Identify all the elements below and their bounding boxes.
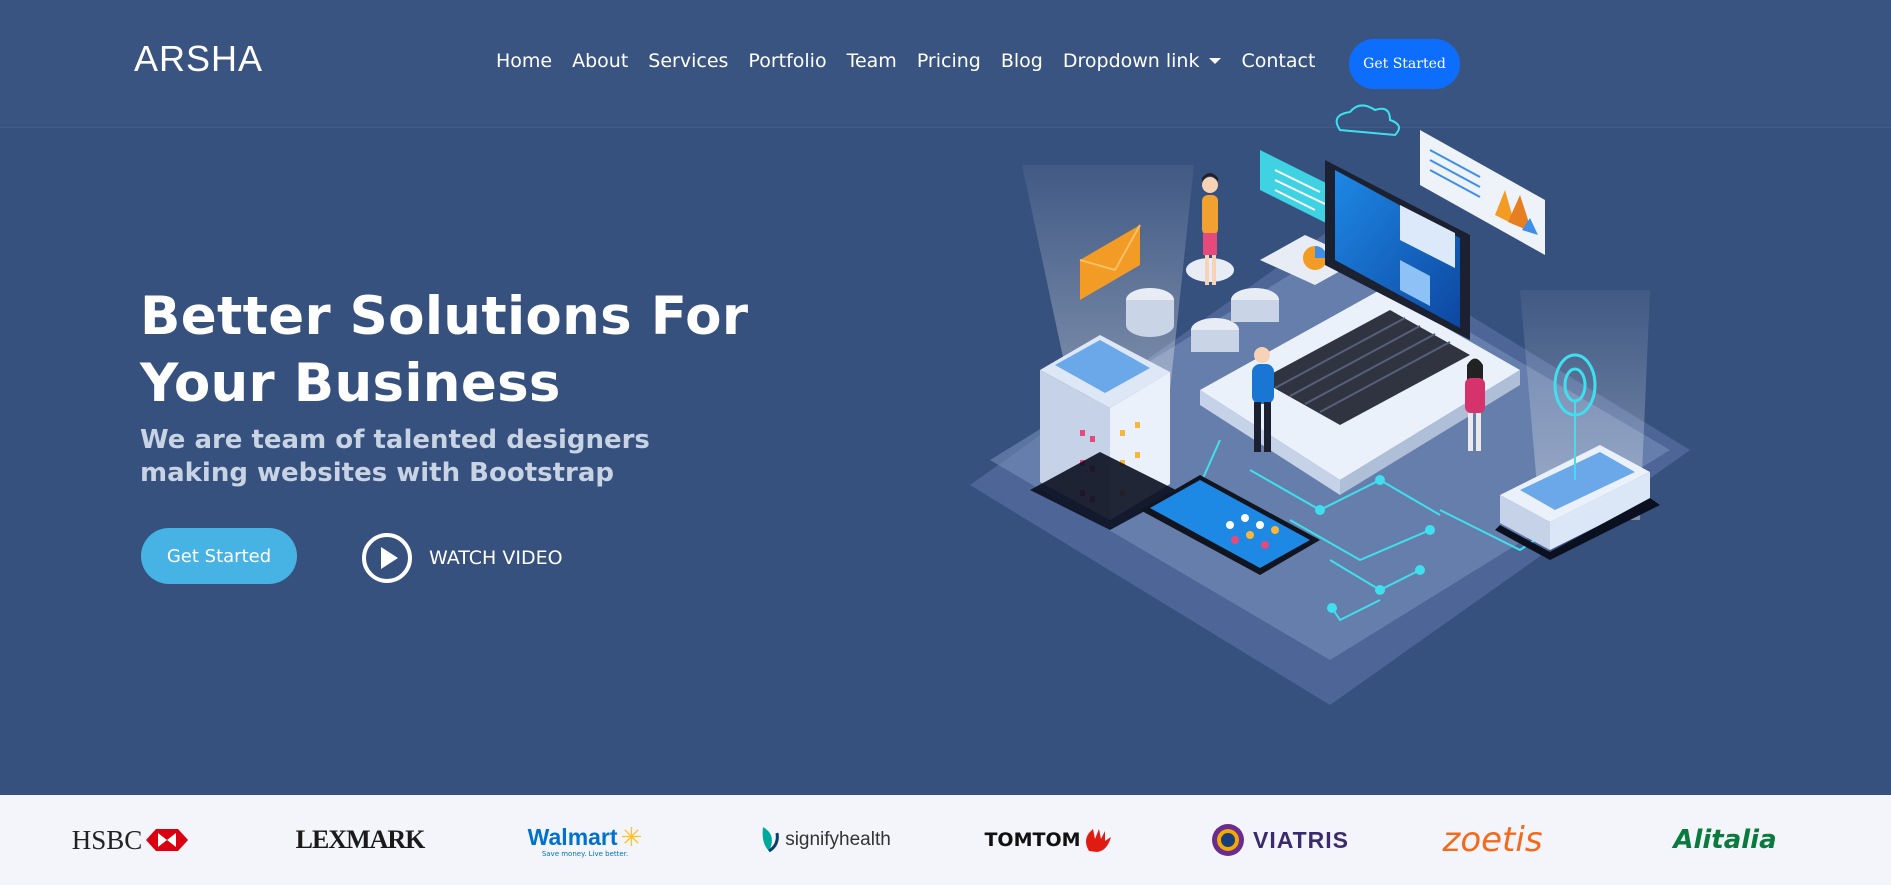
client-name-walmart: Walmart [527, 824, 618, 850]
hero-illustration [970, 104, 1690, 705]
client-logo-tomtom: TOMTOM [975, 795, 1120, 885]
nav-home[interactable]: Home [496, 50, 552, 72]
nav-dropdown-label: Dropdown link [1062, 50, 1200, 72]
hsbc-hexagon-icon [146, 829, 189, 851]
hero-title: Better Solutions For Your Business [140, 286, 749, 414]
client-name-zoetis: zoetis [1442, 820, 1543, 860]
signifyhealth-leaf-icon [762, 827, 779, 853]
hero-get-started-button[interactable]: Get Started [141, 528, 297, 584]
client-name-signifyhealth: signifyhealth [785, 829, 891, 850]
client-name-hsbc: HSBC [71, 824, 143, 855]
client-name-lexmark: LEXMARK [295, 825, 426, 854]
watch-video-label: WATCH VIDEO [429, 547, 563, 569]
main-nav: Home About Services Portfolio Team Prici… [496, 50, 1335, 72]
clients-strip: HSBC LEXMARK Walmart ✳ Save money. Live … [0, 795, 1891, 885]
tomtom-hand-icon [1085, 829, 1111, 852]
walmart-tagline: Save money. Live better. [541, 849, 629, 858]
walmart-spark-icon: ✳ [620, 822, 643, 853]
watch-video-link[interactable]: WATCH VIDEO [361, 532, 563, 584]
nav-contact[interactable]: Contact [1241, 50, 1315, 72]
client-logo-alitalia: Alitalia [1660, 795, 1790, 885]
nav-about[interactable]: About [572, 50, 628, 72]
client-name-alitalia: Alitalia [1673, 825, 1777, 855]
viatris-globe-icon [1211, 824, 1244, 856]
nav-blog[interactable]: Blog [1001, 50, 1043, 72]
client-logo-hsbc: HSBC [70, 795, 190, 885]
caret-down-icon [1209, 58, 1222, 64]
nav-dropdown[interactable]: Dropdown link [1063, 50, 1222, 72]
brand-logo[interactable]: ARSHA [134, 38, 263, 80]
client-logo-walmart: Walmart ✳ Save money. Live better. [520, 795, 650, 885]
client-logo-signifyhealth: signifyhealth [745, 795, 905, 885]
nav-portfolio[interactable]: Portfolio [748, 50, 826, 72]
client-name-tomtom: TOMTOM [984, 829, 1081, 851]
header-get-started-button[interactable]: Get Started [1349, 39, 1460, 89]
nav-services[interactable]: Services [648, 50, 728, 72]
nav-team[interactable]: Team [847, 50, 897, 72]
client-logo-lexmark: LEXMARK [295, 795, 426, 885]
client-name-viatris: VIATRIS [1252, 826, 1350, 853]
client-logo-zoetis: zoetis [1430, 795, 1555, 885]
nav-pricing[interactable]: Pricing [917, 50, 981, 72]
hero-subtitle: We are team of talented designers making… [140, 425, 650, 488]
play-circle-icon [362, 533, 412, 583]
client-logo-viatris: VIATRIS [1200, 795, 1360, 885]
